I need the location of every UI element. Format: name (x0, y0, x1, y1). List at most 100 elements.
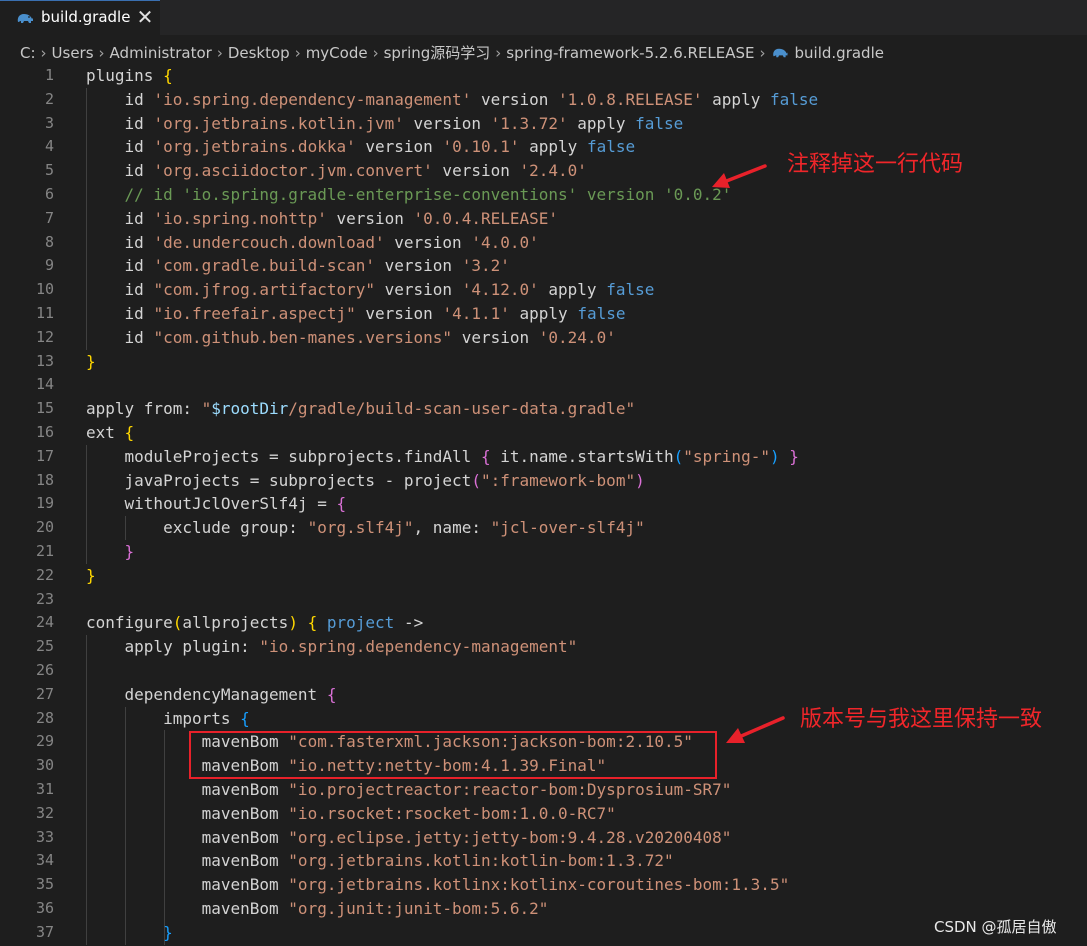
code-line[interactable]: id 'io.spring.nohttp' version '0.0.4.REL… (86, 207, 818, 231)
code-line[interactable]: mavenBom "io.projectreactor:reactor-bom:… (86, 778, 818, 802)
code-line[interactable]: exclude group: "org.slf4j", name: "jcl-o… (86, 516, 818, 540)
breadcrumb: C: › Users › Administrator › Desktop › myCode › sp… (0, 35, 1087, 67)
code-line[interactable]: } (86, 921, 818, 945)
breadcrumb-item[interactable]: C: (20, 44, 36, 62)
code-line[interactable]: moduleProjects = subprojects.findAll { i… (86, 445, 818, 469)
code-line[interactable]: dependencyManagement { (86, 683, 818, 707)
code-token: /gradle/build-scan-user-data.gradle" (288, 399, 636, 419)
code-token: '0.24.0' (538, 327, 616, 347)
code-token: } (789, 446, 799, 466)
tab-build-gradle[interactable]: build.gradle ✕ (0, 0, 160, 35)
code-token: { (336, 494, 347, 514)
code-token: moduleProjects = subprojects.findAll (86, 446, 481, 466)
code-line[interactable]: apply plugin: "io.spring.dependency-mana… (86, 635, 818, 659)
code-line[interactable]: id "com.jfrog.artifactory" version '4.12… (86, 278, 818, 302)
code-token: ) (635, 470, 645, 490)
code-line[interactable]: mavenBom "org.jetbrains.kotlin:kotlin-bo… (86, 849, 818, 873)
code-line[interactable]: id 'org.jetbrains.dokka' version '0.10.1… (86, 135, 818, 159)
line-number: 36 (35, 898, 54, 917)
code-token: mavenBom (86, 779, 289, 799)
code-line[interactable]: id 'org.jetbrains.kotlin.jvm' version '1… (86, 112, 818, 136)
breadcrumb-item[interactable]: Administrator (110, 44, 212, 62)
code-token: "org.slf4j" (307, 518, 414, 538)
chevron-right-icon: › (372, 43, 379, 62)
code-token: $rootDir (211, 399, 289, 419)
code-token: mavenBom (86, 827, 289, 847)
line-number: 14 (35, 375, 54, 394)
line-number: 29 (35, 732, 54, 751)
code-line[interactable]: mavenBom "org.jetbrains.kotlinx:kotlinx-… (86, 873, 818, 897)
code-line[interactable]: } (86, 540, 818, 564)
code-line[interactable]: id 'com.gradle.build-scan' version '3.2' (86, 254, 818, 278)
code-token: id (86, 137, 154, 157)
line-number: 34 (35, 851, 54, 870)
code-line[interactable]: id 'io.spring.dependency-management' ver… (86, 88, 819, 112)
tab-label: build.gradle (41, 8, 131, 26)
code-token: '3.2' (461, 256, 510, 276)
code-token: id (86, 89, 154, 109)
breadcrumb-item[interactable]: spring源码学习 (384, 42, 491, 63)
code-token: "jcl-over-slf4j" (490, 518, 645, 538)
code-line[interactable]: withoutJclOverSlf4j = { (86, 492, 818, 516)
code-token: id (86, 161, 154, 181)
code-line[interactable]: apply from: "$rootDir/gradle/build-scan-… (86, 397, 818, 421)
code-token: '1.0.8.RELEASE' (558, 89, 703, 109)
code-line[interactable]: ext { (86, 421, 818, 445)
code-token: mavenBom (86, 898, 289, 918)
code-line[interactable]: plugins { (86, 64, 818, 88)
watermark: CSDN @孤居自傲 (934, 918, 1057, 936)
code-token: version (375, 280, 462, 300)
code-line[interactable]: id "io.freefair.aspectj" version '4.1.1'… (86, 302, 818, 326)
code-line[interactable]: configure(allprojects) { project -> (86, 611, 818, 635)
code-token: '0.10.1' (442, 137, 520, 157)
code-token: } (124, 541, 135, 561)
code-token: it.name.startsWith (490, 446, 674, 466)
gradle-elephant-icon (17, 14, 33, 23)
code-line[interactable]: id 'de.undercouch.download' version '4.0… (86, 231, 818, 255)
code-token: "org.jetbrains.kotlinx:kotlinx-coroutine… (288, 875, 790, 895)
code-token: 'io.spring.nohttp' (153, 208, 327, 228)
code-line[interactable]: id "com.github.ben-manes.versions" versi… (86, 326, 818, 350)
code-line[interactable]: javaProjects = subprojects - project(":f… (86, 469, 818, 493)
line-number: 1 (44, 66, 54, 84)
code-line[interactable] (86, 373, 818, 397)
code-line[interactable]: mavenBom "org.junit:junit-bom:5.6.2" (86, 897, 818, 921)
code-line[interactable]: } (86, 564, 818, 588)
code-token: ( (673, 446, 684, 466)
highlight-box-maven-boms (189, 731, 717, 779)
code-token: ":framework-bom" (480, 470, 636, 490)
code-token: '4.1.1' (442, 303, 510, 323)
line-number: 11 (35, 303, 54, 322)
line-number-gutter: 1 2 3 4 5 6 7 8 9 10 11 12 13 14 15 16 17 18 19 20 21 22 23 24 2… (0, 64, 56, 944)
code-token: '4.12.0' (461, 280, 539, 300)
code-line[interactable]: mavenBom "org.eclipse.jetty:jetty-bom:9.… (86, 826, 818, 850)
breadcrumb-item[interactable]: Desktop (228, 44, 290, 62)
code-token: id (86, 256, 154, 276)
code-editor[interactable]: 1 2 3 4 5 6 7 8 9 10 11 12 13 14 15 16 17 18 19 20 21 22 23 24 2… (0, 64, 1087, 946)
breadcrumb-item[interactable]: build.gradle (795, 44, 884, 62)
line-number: 10 (35, 280, 54, 299)
line-number: 19 (35, 494, 54, 513)
code-area[interactable]: plugins { id 'io.spring.dependency-manag… (86, 64, 818, 944)
code-line[interactable] (86, 659, 818, 683)
line-number: 27 (35, 684, 54, 703)
code-token: allprojects (182, 613, 289, 633)
code-line[interactable]: // id 'io.spring.gradle-enterprise-conve… (86, 183, 818, 207)
line-number: 8 (44, 232, 54, 251)
code-token: configure (86, 613, 173, 633)
breadcrumb-item[interactable]: Users (52, 44, 94, 62)
code-line[interactable]: id 'org.asciidoctor.jvm.convert' version… (86, 159, 818, 183)
line-number: 32 (35, 803, 54, 822)
code-token: 'com.gradle.build-scan' (153, 256, 375, 276)
code-line[interactable]: mavenBom "io.rsocket:rsocket-bom:1.0.0-R… (86, 802, 818, 826)
close-icon[interactable]: ✕ (134, 4, 156, 30)
code-line[interactable]: } (86, 350, 818, 374)
breadcrumb-item[interactable]: spring-framework-5.2.6.RELEASE (506, 44, 754, 62)
code-line[interactable]: imports { (86, 707, 818, 731)
code-line[interactable] (86, 588, 818, 612)
code-token: "io.rsocket:rsocket-bom:1.0.0-RC7" (288, 803, 616, 823)
code-token: ext (86, 422, 125, 442)
code-token: 'io.spring.dependency-management' (153, 89, 472, 109)
code-token: id (86, 327, 154, 347)
breadcrumb-item[interactable]: myCode (306, 44, 368, 62)
